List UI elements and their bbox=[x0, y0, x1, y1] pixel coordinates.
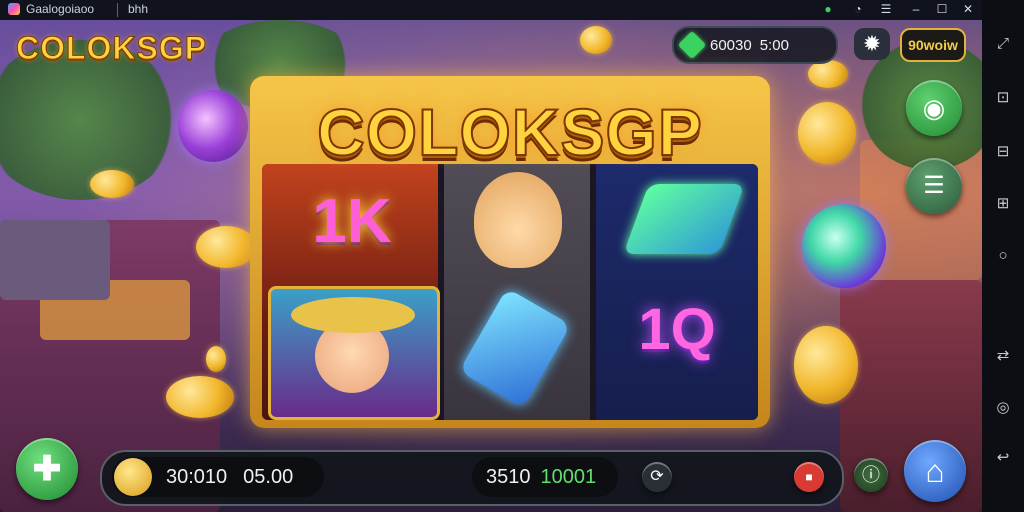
info-icon: ⓘ bbox=[862, 465, 880, 485]
coin-icon bbox=[166, 376, 234, 418]
app-label: Gaalogoiaoo bbox=[8, 2, 94, 16]
plus-icon: ✚ bbox=[32, 450, 62, 488]
rainbow-gem-icon bbox=[802, 204, 886, 288]
screenshot-icon[interactable]: ⊡ bbox=[993, 88, 1013, 108]
coin-icon bbox=[794, 326, 858, 404]
reel-symbol-blue-gem bbox=[458, 287, 572, 409]
gem-counter-suffix: 5:00 bbox=[759, 36, 789, 54]
emulator-side-rail: ⤢ ⊡ ⊟ ⊞ ○ ⇄ ◎ ↩ bbox=[982, 0, 1024, 512]
coin-icon bbox=[114, 458, 152, 496]
record-icon[interactable]: ⊟ bbox=[993, 142, 1013, 162]
target-icon: ◉ bbox=[922, 93, 946, 123]
gem-icon bbox=[677, 30, 707, 60]
home-button[interactable]: ⌂ bbox=[904, 440, 966, 502]
close-icon[interactable]: ✕ bbox=[960, 1, 976, 17]
add-button[interactable]: ✚ bbox=[16, 438, 78, 500]
window-subtitle: bhh bbox=[128, 2, 149, 16]
home-icon: ⌂ bbox=[925, 453, 945, 489]
title-divider bbox=[117, 3, 118, 17]
reel-2[interactable] bbox=[444, 164, 590, 420]
coin-icon bbox=[580, 26, 612, 54]
gear-icon: ✹ bbox=[862, 31, 882, 56]
info-button[interactable]: ⓘ bbox=[854, 458, 888, 492]
coin-icon bbox=[196, 226, 256, 268]
minimize-icon[interactable]: – bbox=[908, 1, 924, 17]
stop-button[interactable]: ■ bbox=[794, 462, 824, 492]
target-button[interactable]: ◉ bbox=[906, 80, 962, 136]
purple-gem-icon bbox=[178, 90, 248, 162]
window-title-bar: Gaalogoiaoo bhh ● ◔ ☰ – ☐ ✕ bbox=[0, 0, 982, 20]
slot-machine: 1K 1Q COLOKSGP bbox=[250, 76, 770, 428]
folder-icon[interactable]: ⊞ bbox=[993, 194, 1013, 214]
machine-title: COLOKSGP bbox=[316, 94, 703, 170]
game-logo: COLOKSGP bbox=[15, 30, 208, 67]
reel-symbol-1q: 1Q bbox=[638, 297, 716, 362]
coin-icon bbox=[206, 346, 226, 372]
coin-icon bbox=[808, 60, 848, 88]
menu-icon: ☰ bbox=[923, 172, 945, 199]
reel-symbol-cat bbox=[474, 172, 562, 268]
balance-value: 30:010 bbox=[166, 465, 228, 488]
reel-1[interactable]: 1K bbox=[262, 164, 440, 420]
window-title: Gaalogoiaoo bbox=[26, 2, 95, 16]
spin-icon: ⟳ bbox=[650, 468, 664, 485]
back-icon[interactable]: ↩ bbox=[993, 448, 1013, 468]
bottom-bar: 30:010 05.00 3510 10001 ⟳ ■ bbox=[100, 450, 844, 506]
spin-button[interactable]: ⟳ bbox=[642, 462, 672, 492]
win-value: 3510 bbox=[486, 465, 531, 488]
shake-icon[interactable]: ⇄ bbox=[993, 346, 1013, 366]
location-icon[interactable]: ◎ bbox=[993, 398, 1013, 418]
balance-pill[interactable]: 30:010 05.00 bbox=[112, 457, 324, 497]
reels-area: 1K 1Q bbox=[262, 164, 758, 420]
reel-3[interactable]: 1Q bbox=[596, 164, 758, 420]
menu-lines-icon[interactable]: ☰ bbox=[878, 1, 894, 17]
coin-icon bbox=[90, 170, 134, 198]
stop-icon: ■ bbox=[805, 470, 813, 484]
reel-symbol-green-seven bbox=[623, 184, 745, 254]
app-icon bbox=[8, 3, 20, 15]
fullscreen-icon[interactable]: ⤢ bbox=[993, 34, 1013, 54]
settings-button[interactable]: ✹ bbox=[854, 28, 890, 60]
gem-counter-value: 60030 bbox=[710, 36, 752, 54]
help-icon[interactable]: ◔ bbox=[850, 1, 866, 17]
game-scene: COLOKSGP 60030 5:00 ✹ 90woiw ◉ ☰ 1K 1Q C… bbox=[0, 20, 982, 512]
coin-icon bbox=[798, 102, 856, 164]
win-suffix: 10001 bbox=[540, 465, 597, 488]
win-pill: 3510 10001 bbox=[472, 457, 618, 497]
maximize-icon[interactable]: ☐ bbox=[934, 1, 950, 17]
mode-button[interactable]: 90woiw bbox=[900, 28, 966, 62]
menu-button[interactable]: ☰ bbox=[906, 158, 962, 214]
truck bbox=[0, 220, 110, 300]
circle-icon[interactable]: ○ bbox=[993, 246, 1013, 266]
character-hat bbox=[291, 297, 415, 333]
status-icon[interactable]: ● bbox=[820, 1, 836, 17]
bet-value: 05.00 bbox=[243, 465, 294, 488]
reel-symbol-character bbox=[268, 286, 440, 420]
reel-symbol-1k: 1K bbox=[312, 187, 392, 256]
gem-counter[interactable]: 60030 5:00 bbox=[672, 26, 838, 64]
